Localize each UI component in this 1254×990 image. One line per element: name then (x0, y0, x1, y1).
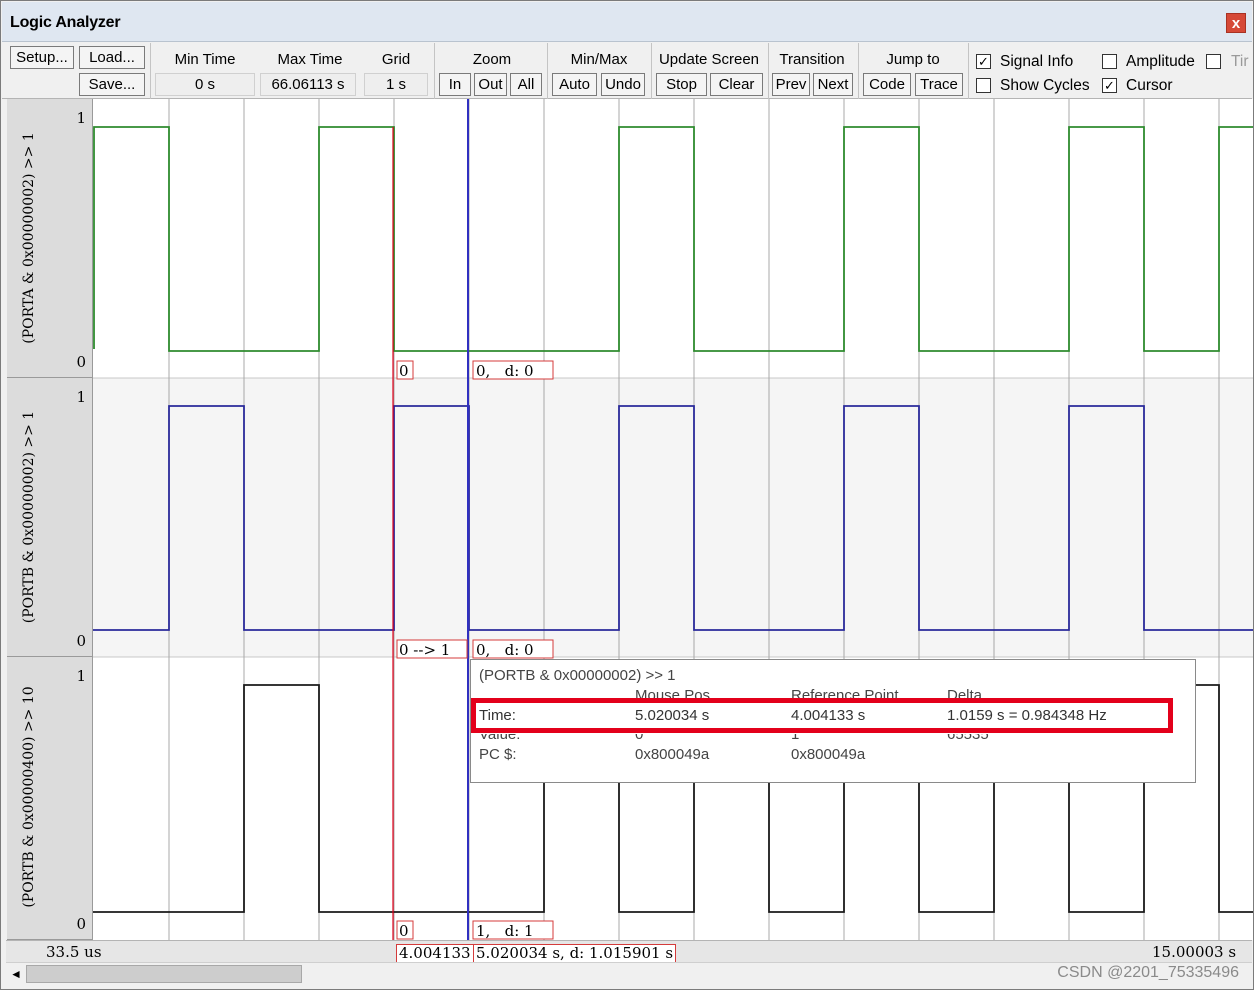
reference-time-box: 4.004133 (396, 944, 474, 963)
signal-label-panel[interactable]: (PORTA & 0x00000002) >> 1 1 0 (7, 99, 93, 378)
signal-label-panel[interactable]: (PORTB & 0x00000002) >> 1 1 0 (7, 378, 93, 657)
cursor-label: Cursor (1126, 77, 1173, 94)
tooltip-value-mouse: 0 (635, 734, 644, 743)
y-tick-high: 1 (76, 667, 86, 685)
load-button[interactable]: Load... (79, 46, 145, 69)
signal-info-checkbox[interactable]: ✓ (976, 54, 991, 69)
minmax-auto-button[interactable]: Auto (552, 73, 597, 96)
cursor-checkbox[interactable]: ✓ (1102, 78, 1117, 93)
watermark: CSDN @2201_75335496 (1057, 964, 1239, 981)
transition-label: Transition (779, 51, 845, 68)
cursor-value-text: 0 (399, 362, 409, 380)
toolbar-separator (547, 43, 548, 99)
highlight-annotation-box (471, 698, 1173, 733)
toolbar-separator (150, 43, 151, 99)
transition-next-button[interactable]: Next (813, 73, 853, 96)
toolbar-separator (651, 43, 652, 99)
tooltip-value-reference: 1 (791, 734, 800, 743)
update-stop-button[interactable]: Stop (656, 73, 707, 96)
toolbar: Setup... Load... Save... Min Time 0 s Ma… (2, 43, 1252, 99)
toolbar-separator (434, 43, 435, 99)
signal-info-label: Signal Info (1000, 53, 1074, 70)
tooltip-pc-label: PC $: (479, 746, 517, 763)
time-axis-start: 33.5 us (46, 943, 102, 961)
y-tick-low: 0 (76, 632, 86, 650)
time-axis-bar: 33.5 us 4.004133 5.020034 s, d: 1.015901… (6, 940, 1252, 963)
min-time-label: Min Time (174, 51, 236, 68)
zoom-in-button[interactable]: In (439, 73, 471, 96)
save-button[interactable]: Save... (79, 73, 145, 96)
mouse-value-text: 0, d: 0 (476, 641, 534, 659)
y-tick-low: 0 (76, 915, 86, 933)
toolbar-separator (768, 43, 769, 99)
waveform-plot[interactable]: 0 0, d: 0 0 --> 1 0, d: 0 0 1, d: 1 (93, 99, 1253, 941)
grid-value: 1 s (364, 73, 428, 96)
signal-label-panel[interactable]: (PORTB & 0x00000400) >> 10 1 0 (7, 657, 93, 940)
zoom-all-button[interactable]: All (510, 73, 542, 96)
window-title: Logic Analyzer (10, 14, 121, 31)
transition-prev-button[interactable]: Prev (772, 73, 810, 96)
scroll-left-arrow-icon[interactable]: ◄ (8, 966, 24, 982)
max-time-label: Max Time (277, 51, 343, 68)
cursor-value-text: 0 --> 1 (399, 641, 450, 659)
title-bar: Logic Analyzer x (2, 2, 1252, 42)
tooltip-title: (PORTB & 0x00000002) >> 1 (479, 667, 676, 684)
max-time-value: 66.06113 s (260, 73, 356, 96)
cursor-value-text: 0 (399, 922, 409, 940)
tooltip-pc-reference: 0x800049a (791, 746, 866, 763)
show-cycles-checkbox[interactable] (976, 78, 991, 93)
jump-code-button[interactable]: Code (863, 73, 911, 96)
amplitude-label: Amplitude (1126, 53, 1195, 70)
y-tick-high: 1 (76, 388, 86, 406)
show-cycles-label: Show Cycles (1000, 77, 1090, 94)
logic-analyzer-window: Logic Analyzer x Setup... Load... Save..… (0, 0, 1254, 990)
tooltip-value-delta: 65535 (947, 734, 989, 743)
toolbar-separator (858, 43, 859, 99)
signal-info-tooltip: (PORTB & 0x00000002) >> 1 Mouse Pos Refe… (470, 659, 1196, 783)
minmax-label: Min/Max (570, 51, 628, 68)
waveform-area[interactable]: (PORTA & 0x00000002) >> 1 1 0 (PORTB & 0… (2, 99, 1253, 941)
mouse-time-box: 5.020034 s, d: 1.015901 s (473, 944, 677, 963)
tooltip-pc-mouse: 0x800049a (635, 746, 710, 763)
truncated-option-label: Tir (1231, 53, 1249, 70)
scroll-thumb[interactable] (26, 965, 302, 983)
zoom-label: Zoom (472, 51, 512, 68)
toolbar-separator (968, 43, 969, 99)
setup-button[interactable]: Setup... (10, 46, 74, 69)
y-tick-low: 0 (76, 353, 86, 371)
mouse-value-text: 0, d: 0 (476, 362, 534, 380)
signal-band (93, 378, 1253, 657)
update-clear-button[interactable]: Clear (710, 73, 763, 96)
min-time-value: 0 s (155, 73, 255, 96)
mouse-value-text: 1, d: 1 (476, 922, 534, 940)
time-axis-end: 15.00003 s (1152, 943, 1237, 961)
jump-to-label: Jump to (886, 51, 940, 68)
close-icon[interactable]: x (1226, 13, 1246, 33)
minmax-undo-button[interactable]: Undo (601, 73, 645, 96)
signal-band (93, 99, 1253, 378)
timestamps-checkbox[interactable] (1206, 54, 1221, 69)
grid-label: Grid (381, 51, 411, 68)
jump-trace-button[interactable]: Trace (915, 73, 963, 96)
y-tick-high: 1 (76, 109, 86, 127)
update-screen-label: Update Screen (658, 51, 760, 68)
zoom-out-button[interactable]: Out (474, 73, 507, 96)
tooltip-value-label: Value: (479, 734, 521, 743)
amplitude-checkbox[interactable] (1102, 54, 1117, 69)
